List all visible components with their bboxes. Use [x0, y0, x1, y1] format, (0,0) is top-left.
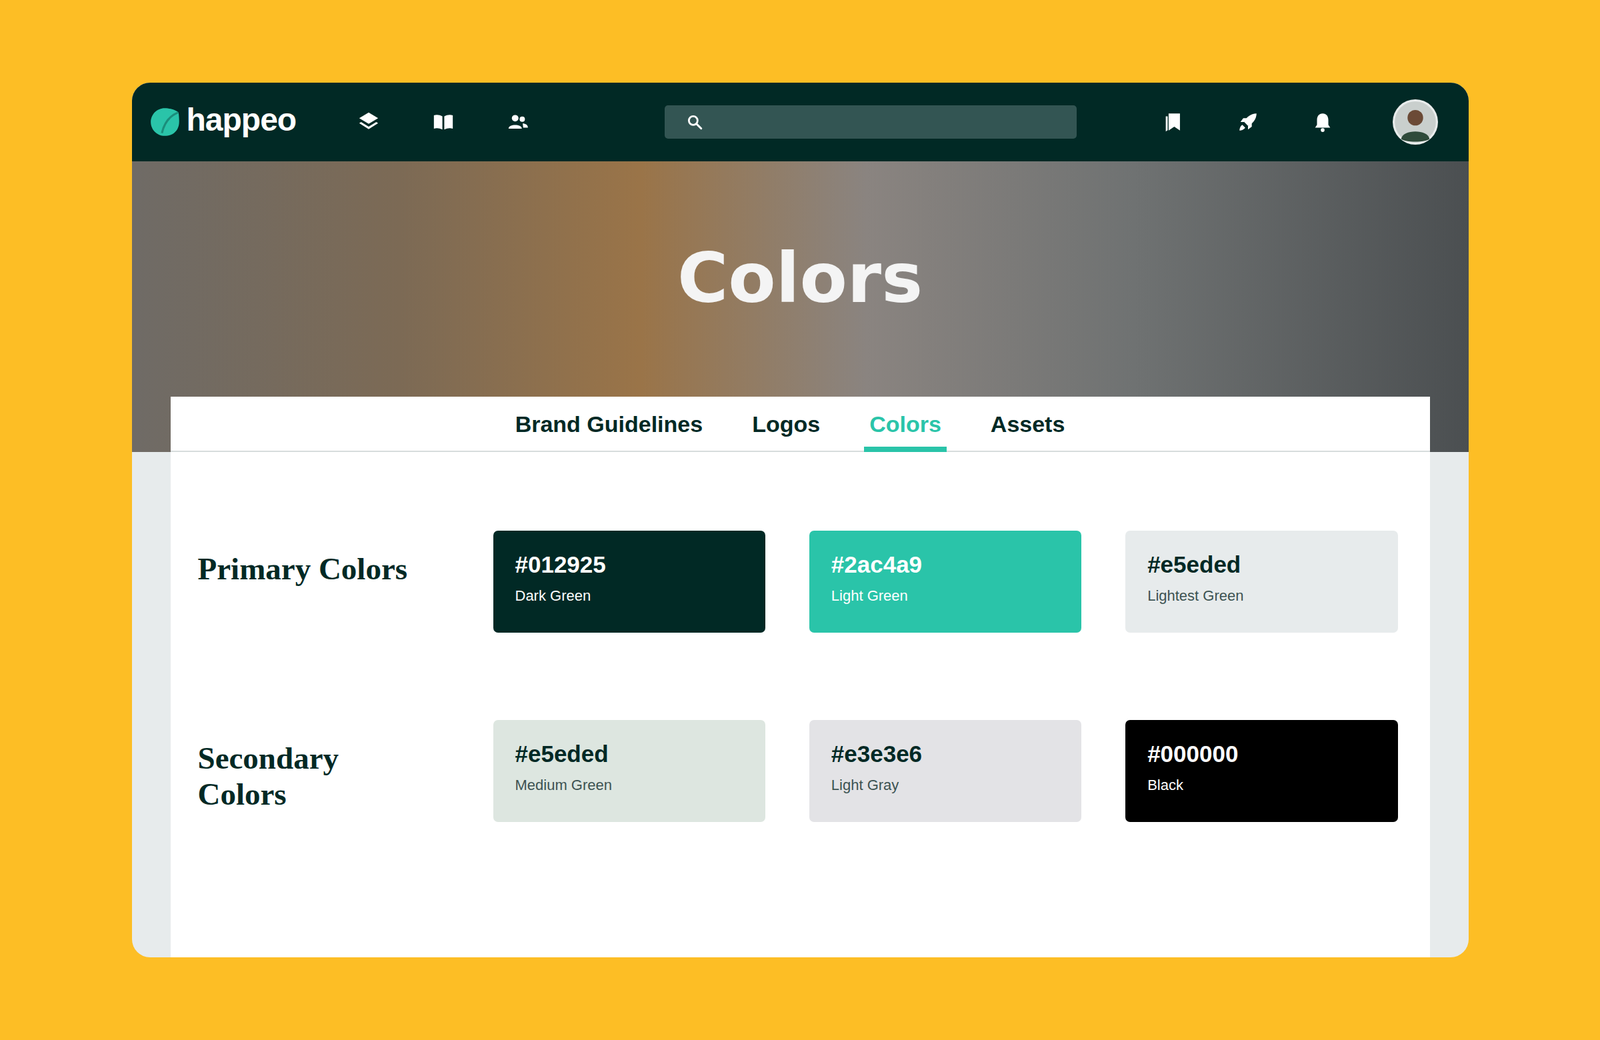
top-bar: happeo	[132, 82, 1469, 162]
color-swatch[interactable]: #000000 Black	[1125, 720, 1398, 822]
book-icon[interactable]	[432, 110, 455, 134]
content-panel: Brand Guidelines Logos Colors Assets Primary…	[170, 396, 1430, 958]
swatch-hex: #e3e3e6	[831, 741, 1068, 768]
tab[interactable]: Colors	[864, 396, 947, 452]
swatch-hex: #2ac4a9	[831, 552, 1068, 578]
color-swatch[interactable]: #e3e3e6 Light Gray	[809, 720, 1082, 822]
section-title: Secondary Colors	[198, 720, 494, 812]
section-title: Primary Colors	[198, 530, 494, 587]
tab-bar: Brand Guidelines Logos Colors Assets	[170, 396, 1430, 452]
swatch-hex: #000000	[1147, 741, 1384, 768]
people-icon[interactable]	[506, 110, 530, 134]
swatch-hex: #e5eded	[515, 741, 752, 768]
page-title: Colors	[677, 240, 923, 316]
user-avatar-icon[interactable]	[1392, 99, 1438, 145]
tab[interactable]: Logos	[746, 396, 826, 452]
bookmarks-icon[interactable]	[1162, 110, 1185, 134]
color-swatch[interactable]: #e5eded Medium Green	[493, 720, 766, 822]
rocket-icon[interactable]	[1236, 110, 1260, 134]
color-section: Secondary Colors #e5eded Medium Green #e3e3…	[198, 720, 1398, 822]
swatch-name: Lightest Green	[1147, 587, 1384, 605]
app-window: happeo Colors Brand Guidelines Logos Colors A…	[132, 82, 1469, 958]
logo[interactable]: happeo	[148, 104, 297, 140]
layers-icon[interactable]	[357, 110, 380, 134]
bell-icon[interactable]	[1311, 110, 1334, 134]
tab[interactable]: Assets	[985, 396, 1071, 452]
swatch-hex: #e5eded	[1147, 552, 1384, 578]
magnifier-icon	[686, 113, 704, 131]
swatch-hex: #012925	[515, 552, 752, 578]
tab[interactable]: Brand Guidelines	[510, 396, 709, 452]
swatch-name: Dark Green	[515, 587, 752, 605]
page-body: Brand Guidelines Logos Colors Assets Primary…	[132, 396, 1469, 958]
swatch-name: Black	[1147, 776, 1384, 794]
search-field[interactable]	[664, 105, 1077, 139]
leaf-logo-icon	[148, 105, 182, 139]
logo-text: happeo	[186, 104, 297, 140]
color-section: Primary Colors #012925 Dark Green #2ac4a9 Li…	[198, 530, 1398, 633]
color-swatch[interactable]: #012925 Dark Green	[493, 530, 766, 633]
color-swatch[interactable]: #2ac4a9 Light Green	[809, 530, 1082, 633]
swatch-name: Medium Green	[515, 776, 752, 794]
swatch-name: Light Green	[831, 587, 1068, 605]
swatch-name: Light Gray	[831, 776, 1068, 794]
color-swatch[interactable]: #e5eded Lightest Green	[1125, 530, 1398, 633]
